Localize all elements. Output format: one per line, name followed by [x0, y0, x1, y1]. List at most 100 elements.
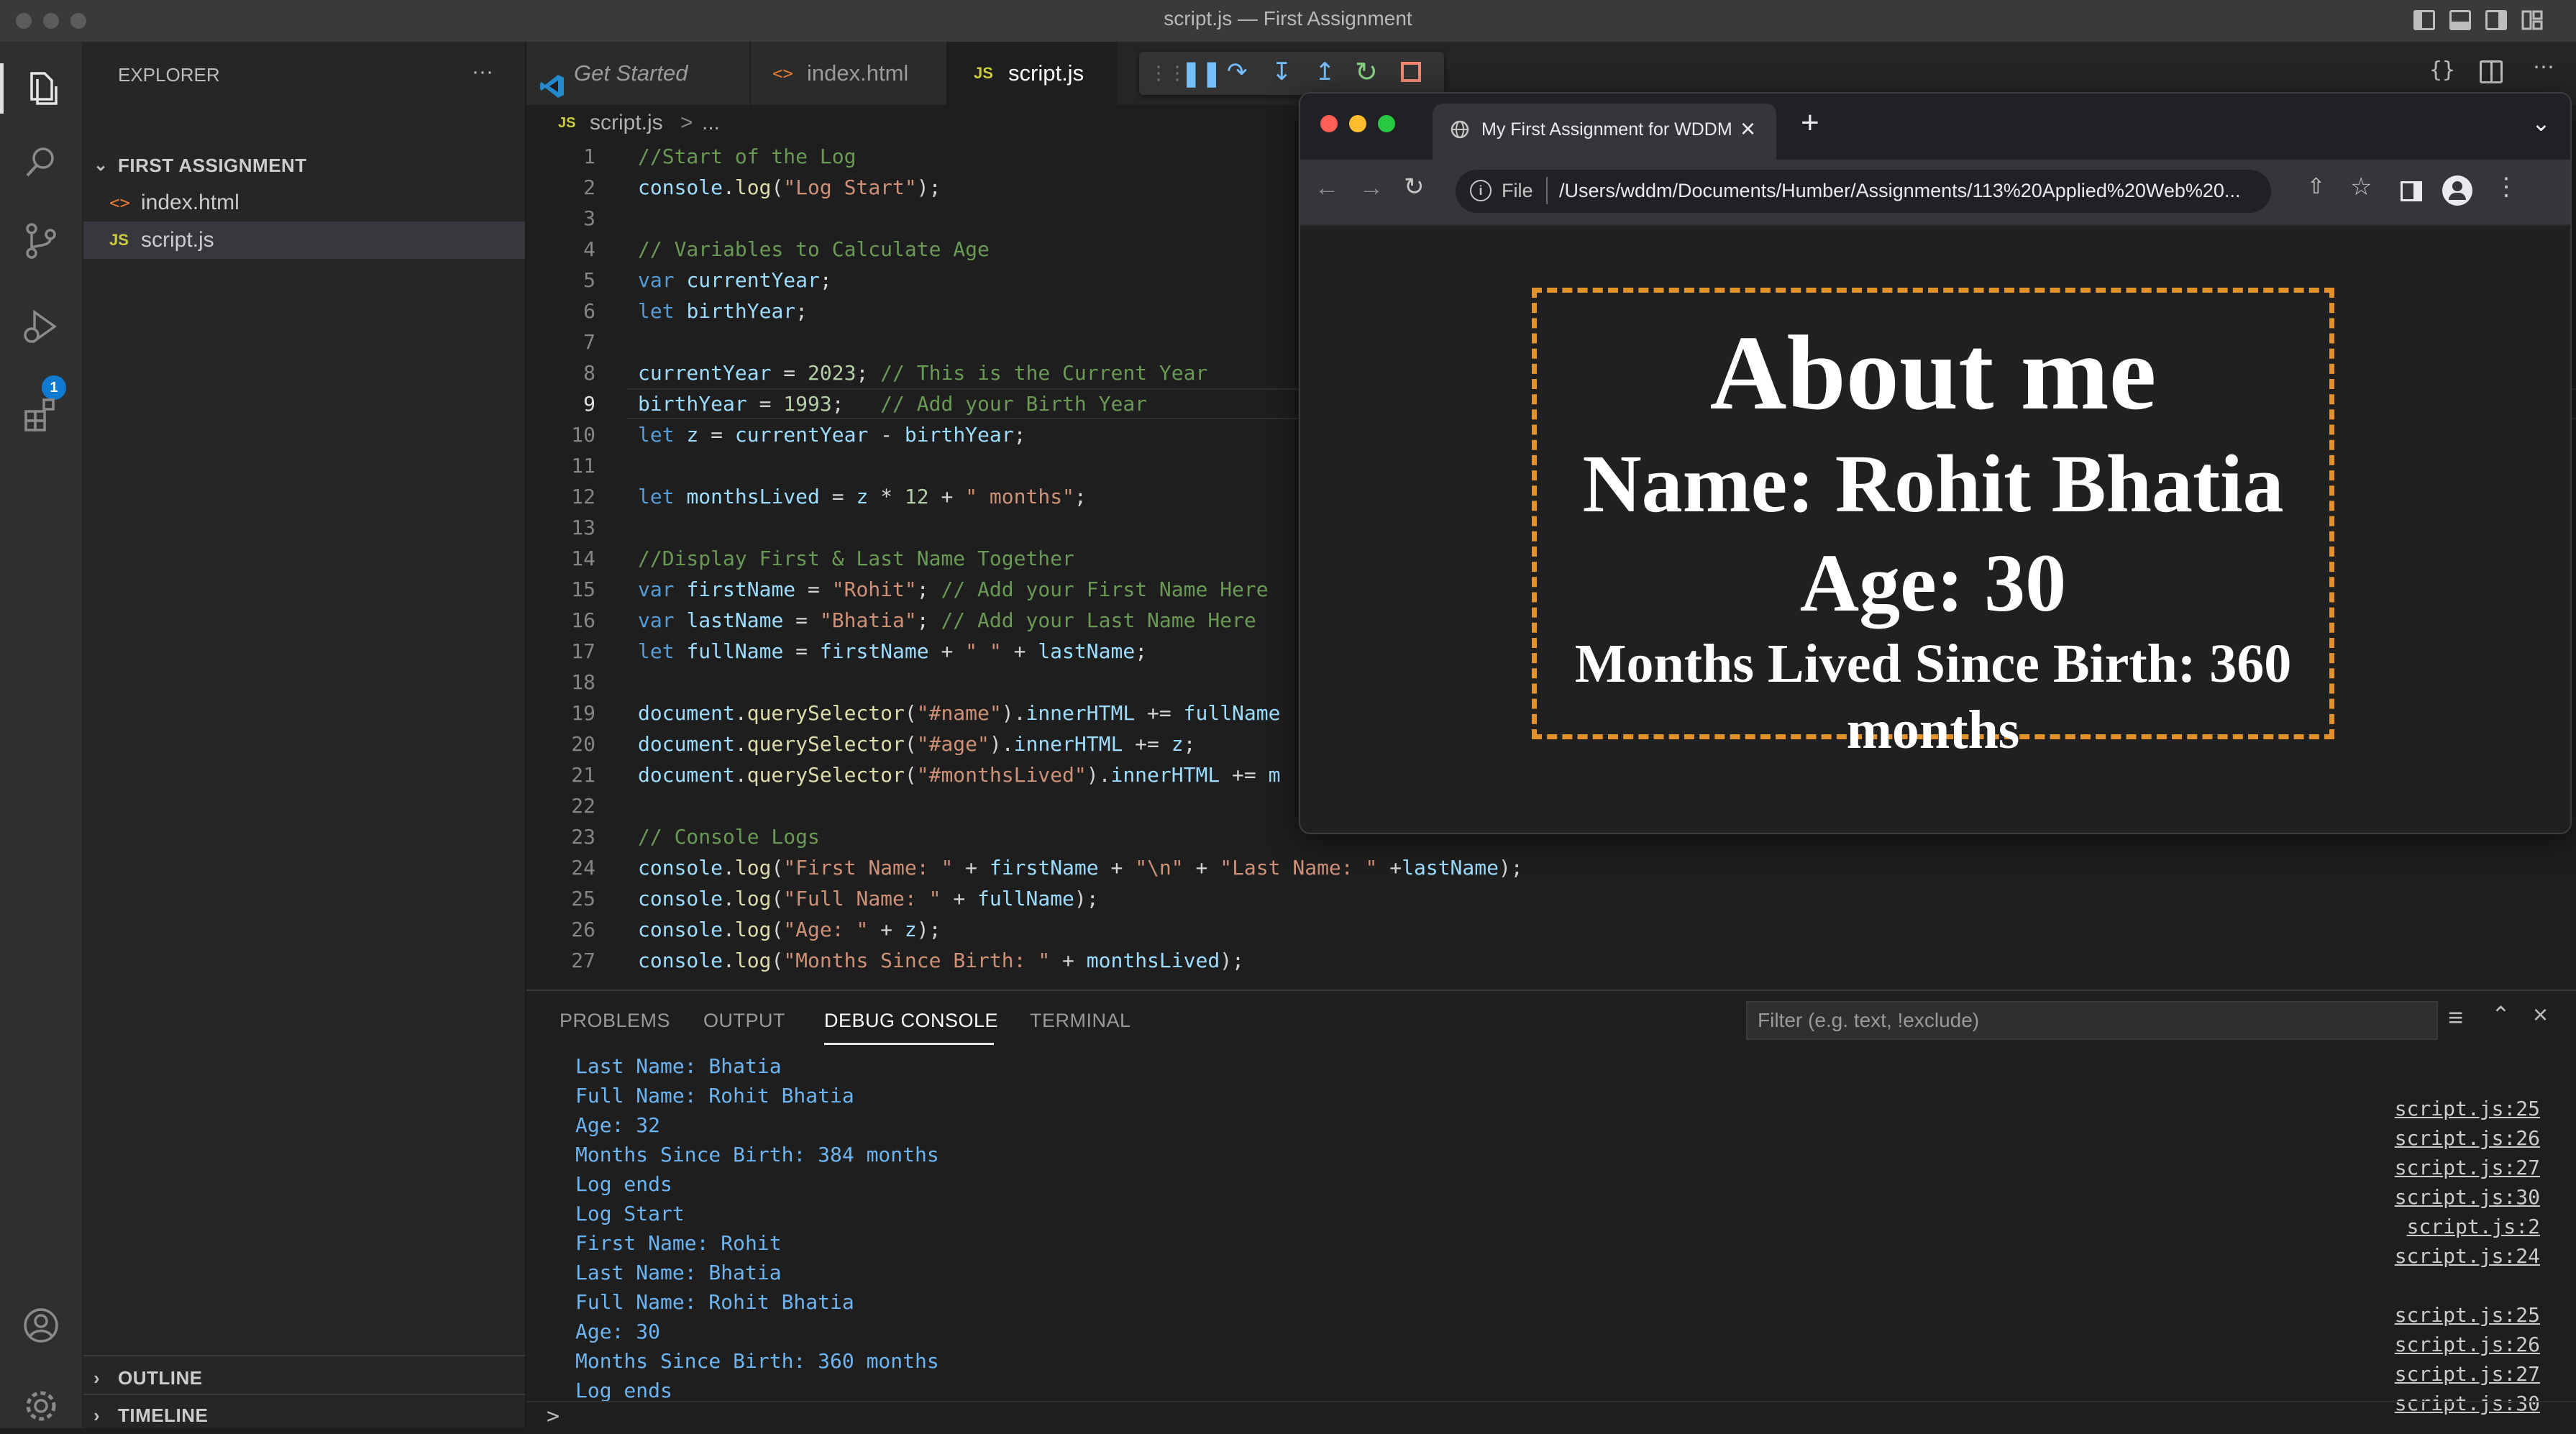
console-source-link[interactable]: script.js:24	[2395, 1241, 2540, 1271]
outline-section[interactable]: › OUTLINE	[83, 1359, 525, 1397]
scheme-label: File	[1502, 180, 1533, 201]
breadcrumb-file[interactable]: script.js	[590, 105, 663, 141]
search-icon[interactable]	[22, 142, 60, 181]
code-text: let birthYear;	[638, 299, 808, 323]
code-text: //Start of the Log	[638, 145, 857, 168]
browser-zoom-button[interactable]	[1378, 115, 1395, 132]
tab-terminal[interactable]: TERMINAL	[1030, 1010, 1131, 1032]
code-line[interactable]: 26 console.log("Age: " + z);	[526, 914, 2576, 945]
tab-get-started[interactable]: Get Started	[526, 42, 751, 105]
breadcrumb-symbol[interactable]: ...	[702, 105, 720, 141]
toggle-sidebar-icon[interactable]	[2413, 10, 2435, 30]
line-number: 3	[583, 206, 595, 230]
more-actions-icon[interactable]: ···	[472, 53, 508, 91]
clear-console-icon[interactable]: ≡	[2448, 1003, 2463, 1033]
close-tab-icon[interactable]: ×	[1740, 114, 1755, 144]
folder-first-assignment[interactable]: ⌄ FIRST ASSIGNMENT	[83, 147, 525, 184]
tab-problems[interactable]: PROBLEMS	[559, 1010, 670, 1032]
maximize-panel-icon[interactable]: ⌃	[2491, 1001, 2511, 1028]
console-source-link[interactable]: script.js:30	[2395, 1182, 2540, 1212]
breadcrumb: JS script.js > ...	[526, 105, 1297, 141]
console-line: Age: 30	[575, 1320, 661, 1343]
url-text: /Users/wddm/Documents/Humber/Assignments…	[1559, 180, 2241, 201]
line-number: 21	[571, 763, 595, 787]
code-text: let monthsLived = z * 12 + " months";	[638, 485, 1087, 508]
line-number: 5	[583, 268, 595, 292]
html-file-icon: <>	[109, 193, 130, 213]
console-source-link[interactable]: script.js:25	[2395, 1300, 2540, 1330]
side-panel-icon[interactable]	[2401, 181, 2422, 201]
console-source-link[interactable]: script.js:27	[2395, 1153, 2540, 1182]
code-line[interactable]: 27 console.log("Months Since Birth: " + m…	[526, 945, 2576, 976]
tab-debug-console[interactable]: DEBUG CONSOLE	[824, 1010, 998, 1032]
line-number: 27	[571, 949, 595, 972]
line-number: 12	[571, 485, 595, 508]
console-source-link[interactable]: script.js:26	[2395, 1330, 2540, 1359]
explorer-icon[interactable]	[22, 68, 60, 106]
share-icon[interactable]: ⇧	[2307, 174, 2325, 199]
line-number: 20	[571, 732, 595, 756]
file-name: index.html	[141, 191, 239, 214]
step-out-icon[interactable]: ↥	[1315, 58, 1335, 86]
bookmark-star-icon[interactable]: ☆	[2350, 173, 2372, 201]
stop-icon[interactable]	[1401, 62, 1421, 82]
browser-minimize-button[interactable]	[1349, 115, 1366, 132]
step-into-icon[interactable]: ↧	[1271, 58, 1292, 86]
tab-script-js[interactable]: JS script.js	[948, 42, 1118, 105]
info-icon[interactable]: i	[1470, 180, 1492, 201]
line-number: 13	[571, 516, 595, 539]
customize-layout-icon[interactable]	[2521, 10, 2543, 30]
line-number: 6	[583, 299, 595, 323]
reload-icon[interactable]: ↻	[1404, 173, 1425, 201]
console-source-link[interactable]: script.js:2	[2407, 1212, 2540, 1241]
file-item-index-html[interactable]: <> index.html	[83, 184, 525, 222]
more-actions-icon[interactable]: ⋯	[2533, 55, 2554, 80]
run-debug-icon[interactable]	[22, 308, 60, 347]
age-line: Age: 30	[1799, 537, 2067, 629]
extensions-icon[interactable]	[22, 396, 60, 434]
console-source-link[interactable]: script.js:27	[2395, 1359, 2540, 1389]
tab-search-chevron-icon[interactable]: ⌄	[2531, 109, 2551, 137]
browser-close-button[interactable]	[1320, 115, 1338, 132]
line-number: 7	[583, 330, 595, 354]
file-item-script-js[interactable]: JS script.js	[83, 222, 525, 259]
browser-tab[interactable]: My First Assignment for WDDM ×	[1433, 104, 1776, 160]
code-text: var currentYear;	[638, 268, 832, 292]
console-source-link[interactable]: script.js:30	[2395, 1389, 2540, 1418]
step-over-icon[interactable]: ↷	[1227, 58, 1248, 86]
accounts-icon[interactable]	[22, 1306, 60, 1345]
forward-icon[interactable]: →	[1359, 174, 1384, 202]
window-title: script.js — First Assignment	[1164, 7, 1412, 29]
braces-icon[interactable]: {}	[2429, 58, 2455, 83]
split-editor-icon[interactable]	[2480, 60, 2503, 83]
pause-icon[interactable]: ❚❚	[1181, 59, 1222, 88]
code-line[interactable]: 25 console.log("Full Name: " + fullName);	[526, 883, 2576, 914]
console-prompt[interactable]: >	[547, 1404, 559, 1429]
source-control-icon[interactable]	[22, 222, 60, 260]
profile-avatar[interactable]	[2442, 175, 2472, 206]
bottom-panel: PROBLEMS OUTPUT DEBUG CONSOLE TERMINAL F…	[526, 990, 2576, 1430]
code-text: document.querySelector("#name").innerHTM…	[638, 701, 1281, 725]
browser-menu-icon[interactable]: ⋮	[2494, 173, 2518, 201]
timeline-section[interactable]: › TIMELINE	[83, 1397, 525, 1434]
console-filter-input[interactable]: Filter (e.g. text, !exclude)	[1746, 1001, 2438, 1040]
console-source-link[interactable]: script.js:26	[2395, 1123, 2540, 1153]
tab-label: Get Started	[574, 60, 688, 86]
restart-icon[interactable]: ↻	[1355, 56, 1378, 88]
back-icon[interactable]: ←	[1315, 174, 1339, 202]
tab-output[interactable]: OUTPUT	[703, 1010, 785, 1032]
close-panel-icon[interactable]: ×	[2533, 1000, 2548, 1030]
code-line[interactable]: 24 console.log("First Name: " + firstName…	[526, 852, 2576, 883]
new-tab-icon[interactable]: +	[1801, 105, 1819, 141]
divider	[526, 1401, 2576, 1402]
console-line: First Name: Rohit	[575, 1231, 782, 1255]
toggle-secondary-sidebar-icon[interactable]	[2485, 10, 2507, 30]
code-text: document.querySelector("#monthsLived").i…	[638, 763, 1281, 787]
line-number: 11	[571, 454, 595, 478]
settings-gear-icon[interactable]	[22, 1387, 60, 1425]
console-line: Full Name: Rohit Bhatia	[575, 1084, 854, 1108]
console-source-link[interactable]: script.js:25	[2395, 1094, 2540, 1123]
toggle-panel-icon[interactable]	[2449, 10, 2471, 30]
address-bar[interactable]: i File /Users/wddm/Documents/Humber/Assi…	[1456, 170, 2271, 213]
tab-index-html[interactable]: <> index.html	[751, 42, 948, 105]
